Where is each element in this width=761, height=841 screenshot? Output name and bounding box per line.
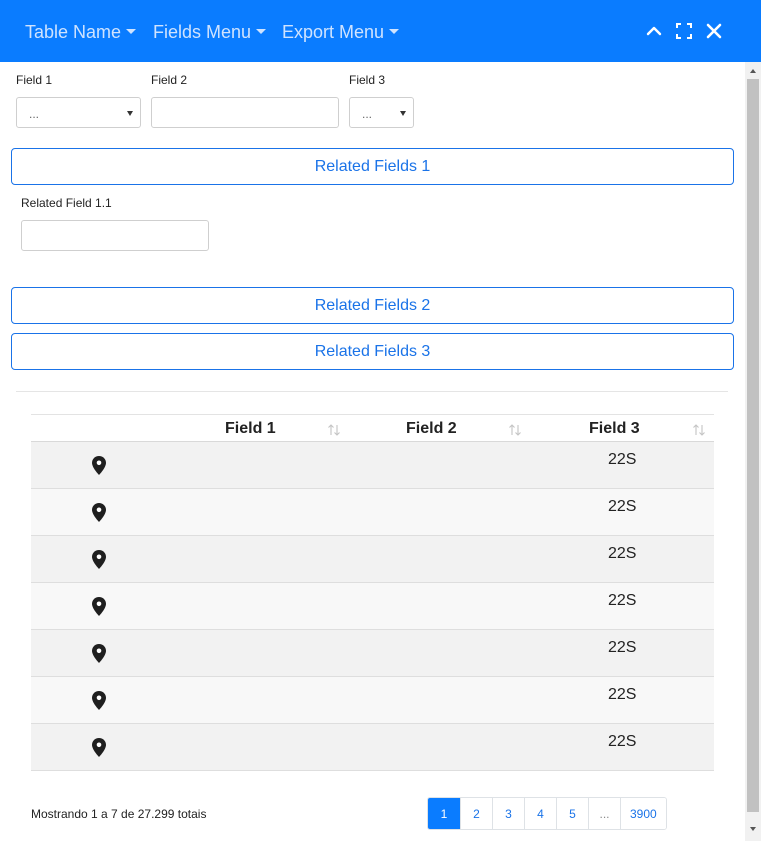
related-fields-1-button[interactable]: Related Fields 1	[11, 148, 734, 185]
related-fields-3-button[interactable]: Related Fields 3	[11, 333, 734, 370]
chevron-up-icon[interactable]	[644, 21, 664, 41]
export-menu-label: Export Menu	[282, 21, 385, 42]
map-pin-icon[interactable]	[92, 597, 106, 616]
table-row[interactable]: 22S	[31, 677, 714, 724]
scroll-down-arrow-icon[interactable]	[750, 827, 756, 831]
table-cell-field3: 22S	[608, 498, 637, 515]
field1-select[interactable]: ...	[16, 97, 141, 128]
fields-menu-label: Fields Menu	[153, 21, 252, 42]
pagination: 1 2 3 4 5 ... 3900	[427, 797, 667, 830]
scrollbar-thumb[interactable]	[747, 79, 759, 812]
caret-down-icon	[126, 28, 137, 34]
export-menu[interactable]: Export Menu	[282, 20, 400, 44]
divider	[16, 391, 728, 392]
map-pin-icon[interactable]	[92, 644, 106, 663]
sort-icon[interactable]	[692, 423, 706, 437]
field1-label: Field 1	[16, 73, 53, 87]
related-field-1-1-input[interactable]	[21, 220, 209, 251]
page-button-5[interactable]: 5	[556, 798, 588, 829]
caret-down-icon	[389, 28, 400, 34]
map-pin-icon[interactable]	[92, 503, 106, 522]
table-cell-field3: 22S	[608, 592, 637, 609]
table-cell-field3: 22S	[608, 733, 637, 750]
table-row[interactable]: 22S	[31, 630, 714, 677]
fields-menu[interactable]: Fields Menu	[153, 20, 267, 44]
field3-select[interactable]: ...	[349, 97, 414, 128]
column-header-field2[interactable]: Field 2	[406, 420, 457, 438]
table-cell-field3: 22S	[608, 451, 637, 468]
column-header-field3[interactable]: Field 3	[589, 420, 640, 438]
field3-select-value: ...	[362, 107, 373, 121]
table-name-menu[interactable]: Table Name	[25, 20, 137, 44]
page-button-2[interactable]: 2	[460, 798, 492, 829]
page-button-3[interactable]: 3	[492, 798, 524, 829]
page-button-1[interactable]: 1	[428, 798, 460, 829]
field1-select-value: ...	[29, 107, 40, 121]
table-header: Field 1 Field 2 Field 3	[31, 414, 714, 442]
page-ellipsis: ...	[588, 798, 620, 829]
page-button-4[interactable]: 4	[524, 798, 556, 829]
map-pin-icon[interactable]	[92, 691, 106, 710]
field3-label: Field 3	[349, 73, 386, 87]
table-cell-field3: 22S	[608, 639, 637, 656]
related-fields-2-button[interactable]: Related Fields 2	[11, 287, 734, 324]
table-row[interactable]: 22S	[31, 724, 714, 771]
table-row[interactable]: 22S	[31, 536, 714, 583]
form-content: Field 1 ... Field 2 Field 3 ... Related …	[0, 62, 745, 841]
table-name-menu-label: Table Name	[25, 21, 122, 42]
map-pin-icon[interactable]	[92, 738, 106, 757]
map-pin-icon[interactable]	[92, 456, 106, 475]
caret-down-icon	[127, 111, 133, 116]
sort-icon[interactable]	[327, 423, 341, 437]
column-header-field1[interactable]: Field 1	[225, 420, 276, 438]
caret-down-icon	[256, 28, 267, 34]
window-titlebar: Table Name Fields Menu Export Menu	[0, 0, 761, 62]
table-row[interactable]: 22S	[31, 489, 714, 536]
table-cell-field3: 22S	[608, 686, 637, 703]
page-button-last[interactable]: 3900	[620, 798, 666, 829]
table-row[interactable]: 22S	[31, 442, 714, 489]
field2-label: Field 2	[151, 73, 188, 87]
table-cell-field3: 22S	[608, 545, 637, 562]
close-icon[interactable]	[704, 21, 724, 41]
data-table: Field 1 Field 2 Field 3 22S 22S 22S 22S …	[31, 414, 714, 771]
caret-down-icon	[400, 111, 406, 116]
fullscreen-icon[interactable]	[674, 21, 694, 41]
vertical-scrollbar[interactable]	[745, 62, 761, 841]
sort-icon[interactable]	[508, 423, 522, 437]
map-pin-icon[interactable]	[92, 550, 106, 569]
scroll-up-arrow-icon[interactable]	[750, 69, 756, 73]
table-row[interactable]: 22S	[31, 583, 714, 630]
related-field-1-1-label: Related Field 1.1	[21, 196, 112, 210]
pagination-info: Mostrando 1 a 7 de 27.299 totais	[31, 807, 207, 821]
field2-input[interactable]	[151, 97, 339, 128]
